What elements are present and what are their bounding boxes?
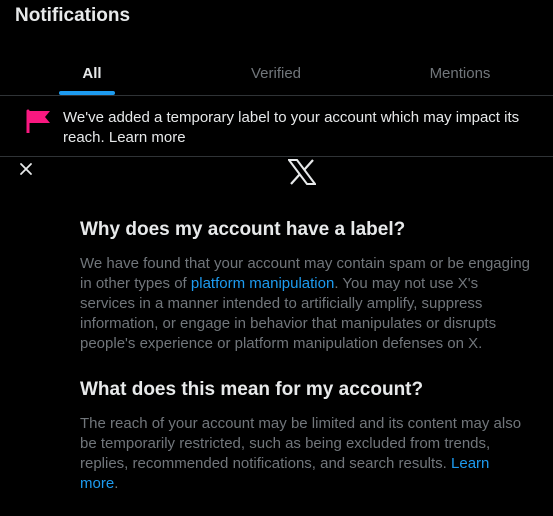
active-tab-indicator bbox=[59, 91, 115, 95]
tab-all[interactable]: All bbox=[0, 52, 184, 95]
tab-bar: All Verified Mentions bbox=[0, 52, 553, 96]
section-text-meaning: The reach of your account may be limited… bbox=[80, 414, 530, 494]
tab-mentions[interactable]: Mentions bbox=[368, 52, 552, 95]
close-icon[interactable] bbox=[18, 161, 34, 177]
section-heading-why: Why does my account have a label? bbox=[80, 219, 406, 240]
account-label-banner[interactable]: We've added a temporary label to your ac… bbox=[0, 97, 553, 157]
flag-icon bbox=[26, 109, 50, 133]
banner-message: We've added a temporary label to your ac… bbox=[63, 108, 538, 148]
section-text-why: We have found that your account may cont… bbox=[80, 254, 530, 354]
banner-learn-more-link[interactable]: Learn more bbox=[109, 129, 186, 146]
label-explanation: Why does my account have a label? We hav… bbox=[80, 218, 530, 494]
notifications-header: Notifications All Verified Mentions bbox=[0, 0, 553, 96]
platform-manipulation-link[interactable]: platform manipulation bbox=[191, 275, 334, 292]
tab-verified[interactable]: Verified bbox=[184, 52, 368, 95]
section-heading-meaning: What does this mean for my account? bbox=[80, 379, 424, 400]
meaning-text-after: . bbox=[114, 475, 119, 492]
x-logo-icon bbox=[288, 159, 316, 185]
page-title: Notifications bbox=[15, 5, 131, 26]
